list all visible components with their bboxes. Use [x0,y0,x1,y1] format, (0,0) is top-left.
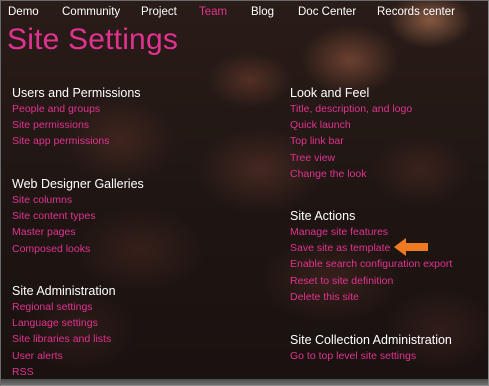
screenshot-frame [0,0,489,386]
